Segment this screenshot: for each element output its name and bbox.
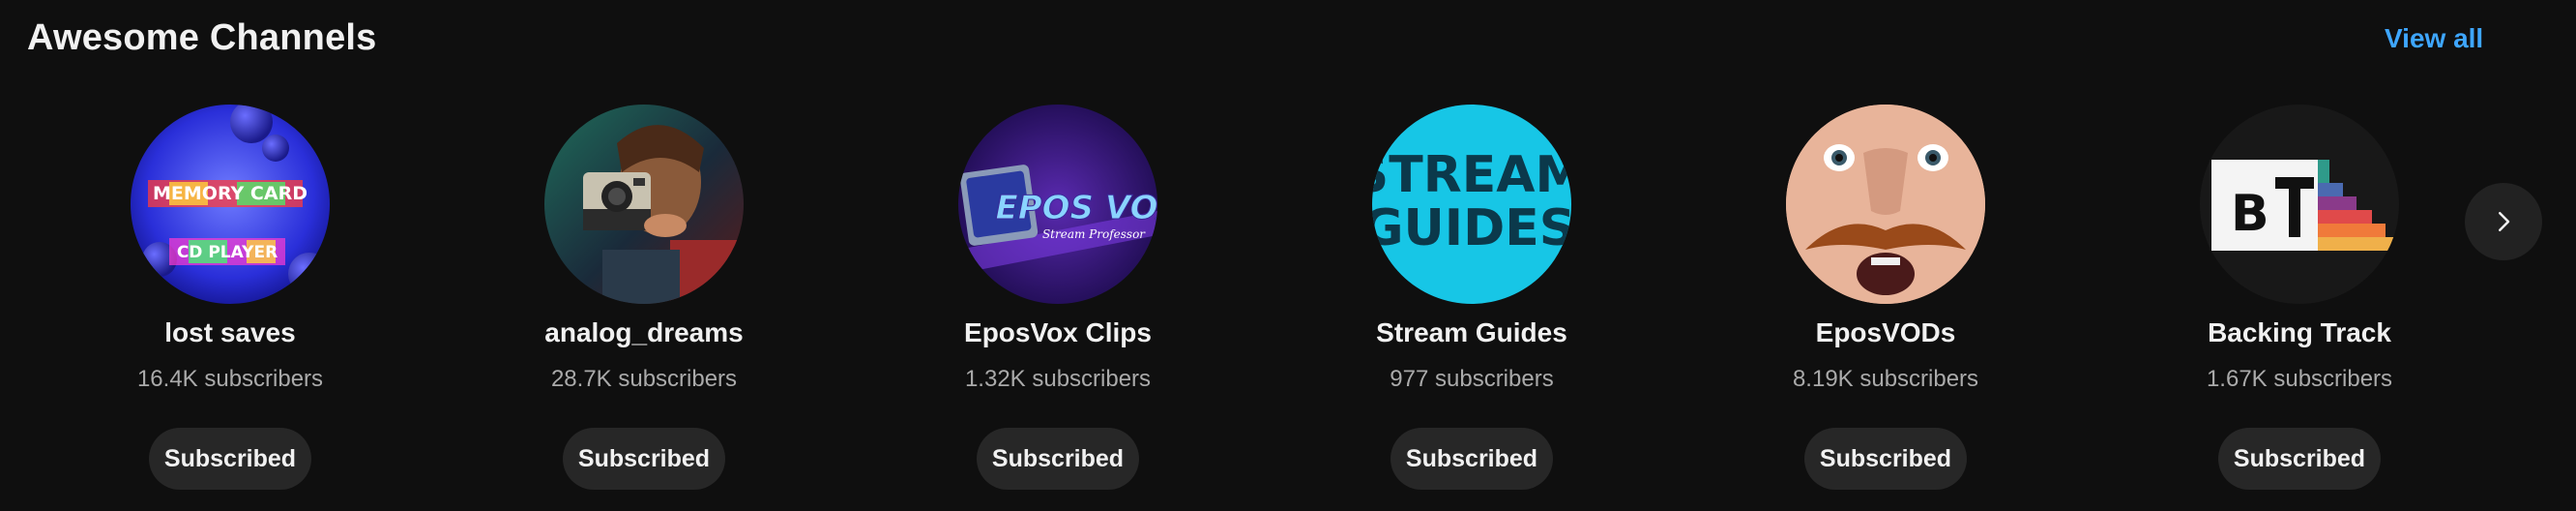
svg-text:B: B [2231,185,2269,243]
channel-name[interactable]: EposVODs [1679,317,2093,348]
stream-guides-logo-avatar-image: STREAM GUIDES [1372,105,1571,304]
svg-text:MEMORY CARD: MEMORY CARD [153,183,307,204]
channel-row: MEMORY CARD CD PLAYER lost saves 16.4K s… [0,0,2576,511]
chevron-right-icon [2499,212,2510,231]
channel-avatar[interactable] [544,105,744,304]
subscribed-button[interactable]: Subscribed [2218,428,2381,490]
subscriber-count: 977 subscribers [1390,366,1554,392]
subscriber-count: 1.67K subscribers [2206,366,2393,392]
channel-name[interactable]: Backing Track [2093,317,2506,348]
svg-text:GUIDES: GUIDES [1372,199,1571,257]
subscribed-button[interactable]: Subscribed [1390,428,1553,490]
subscriber-count: 16.4K subscribers [136,366,324,392]
subscriber-count: 8.19K subscribers [1792,366,1979,392]
subscribed-button[interactable]: Subscribed [977,428,1139,490]
next-arrow-button[interactable] [2465,183,2542,260]
channel-card-backing-track[interactable]: B Backing Track 1.67K subscribers Subscr… [2093,105,2506,511]
channel-avatar[interactable] [1786,105,1985,304]
memory-card-avatar-image: MEMORY CARD CD PLAYER [131,105,330,304]
channel-name[interactable]: lost saves [23,317,437,348]
channel-card-analog-dreams[interactable]: analog_dreams 28.7K subscribers Subscrib… [437,105,851,511]
channel-avatar[interactable]: EPOS VOX Stream Professor [958,105,1157,304]
channel-name[interactable]: Stream Guides [1265,317,1679,348]
svg-text:STREAM: STREAM [1372,146,1571,204]
channel-avatar[interactable]: STREAM GUIDES [1372,105,1571,304]
svg-text:EPOS VOX: EPOS VOX [996,189,1158,227]
face-closeup-avatar-image [1786,105,1985,304]
channel-card-stream-guides[interactable]: STREAM GUIDES Stream Guides 977 subscrib… [1265,105,1679,511]
subscribed-button[interactable]: Subscribed [563,428,725,490]
channel-shelf: Awesome Channels View all MEMORY CARD CD… [0,0,2576,511]
channel-avatar[interactable]: B [2200,105,2399,304]
svg-text:CD PLAYER: CD PLAYER [177,243,278,262]
eposvox-logo-avatar-image: EPOS VOX Stream Professor [958,105,1157,304]
channel-name[interactable]: analog_dreams [437,317,851,348]
subscribed-button[interactable]: Subscribed [1804,428,1967,490]
channel-card-lost-saves[interactable]: MEMORY CARD CD PLAYER lost saves 16.4K s… [23,105,437,511]
svg-text:Stream Professor: Stream Professor [1042,227,1146,241]
channel-card-eposvox-clips[interactable]: EPOS VOX Stream Professor EposVox Clips … [851,105,1265,511]
camera-person-avatar-image [544,105,744,304]
backing-track-logo-avatar-image: B [2200,105,2399,304]
subscriber-count: 28.7K subscribers [550,366,738,392]
channel-avatar[interactable]: MEMORY CARD CD PLAYER [131,105,330,304]
subscribed-button[interactable]: Subscribed [149,428,311,490]
channel-name[interactable]: EposVox Clips [851,317,1265,348]
subscriber-count: 1.32K subscribers [964,366,1152,392]
channel-card-eposvods[interactable]: EposVODs 8.19K subscribers Subscribed [1679,105,2093,511]
